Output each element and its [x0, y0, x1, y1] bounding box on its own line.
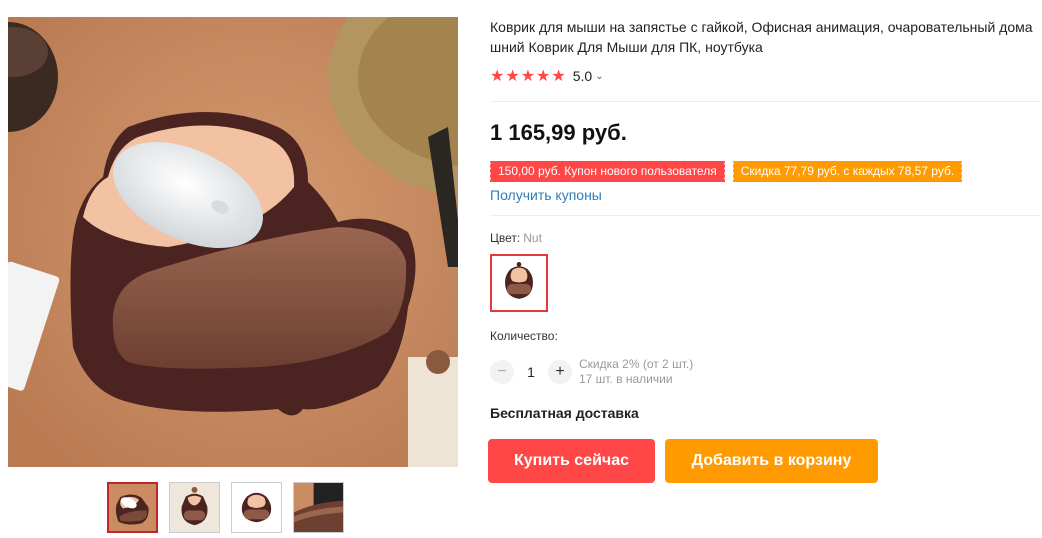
thumbnail-3[interactable] [231, 482, 282, 533]
thumbnail-2[interactable] [169, 482, 220, 533]
mouse-pad-photo [8, 17, 458, 467]
coupon-badges: 150,00 руб. Купон нового пользователя Ск… [489, 161, 963, 182]
store-discount-badge[interactable]: Скидка 77,79 руб. с каждых 78,57 руб. [731, 161, 963, 182]
new-user-coupon-badge[interactable]: 150,00 руб. Купон нового пользователя [489, 161, 725, 182]
color-swatch-nut[interactable] [490, 254, 548, 312]
decrease-quantity-button[interactable]: − [490, 360, 514, 384]
add-to-cart-button[interactable]: Добавить в корзину [665, 439, 878, 483]
quantity-label: Количество: [490, 329, 558, 343]
thumbnail-4[interactable] [293, 482, 344, 533]
chevron-down-icon[interactable]: ⌄ [595, 71, 603, 82]
color-label: Цвет: Nut [490, 231, 542, 245]
star-icon: ★ [551, 68, 567, 85]
get-coupons-link[interactable]: Получить купоны [490, 187, 602, 203]
divider [490, 215, 1040, 216]
star-icon: ★ [520, 68, 537, 85]
buy-now-button[interactable]: Купить сейчас [488, 439, 655, 483]
color-label-text: Цвет: [490, 231, 521, 245]
nut-swatch-image [505, 262, 533, 299]
mouse-pad-thumb-image [170, 483, 219, 532]
quantity-input[interactable]: 1 [514, 364, 548, 380]
thumbnail-1[interactable] [107, 482, 158, 533]
increase-quantity-button[interactable]: + [548, 360, 572, 384]
star-icon: ★ [490, 68, 506, 85]
quantity-info: Скидка 2% (от 2 шт.) 17 шт. в наличии [579, 357, 693, 387]
free-shipping-label: Бесплатная доставка [490, 405, 639, 421]
product-price: 1 165,99 руб. [490, 120, 627, 145]
mouse-pad-thumb-image [232, 483, 281, 532]
product-rating[interactable]: ★ ★ ★ ★ ★ 5.0 ⌄ [490, 66, 604, 86]
product-main-image[interactable] [8, 17, 458, 467]
rating-value: 5.0 [572, 68, 593, 84]
stock-count: 17 шт. в наличии [579, 372, 673, 386]
product-title: Коврик для мыши на запястье с гайкой, Оф… [490, 19, 1033, 55]
color-selected-value: Nut [523, 231, 542, 245]
bulk-discount-note: Скидка 2% (от 2 шт.) [579, 357, 694, 371]
mouse-pad-thumb-image [109, 484, 156, 531]
quantity-stepper: − 1 + Скидка 2% (от 2 шт.) 17 шт. в нали… [490, 357, 693, 387]
thumbnail-strip [107, 482, 344, 533]
divider [490, 101, 1040, 102]
mouse-pad-thumb-image [294, 483, 343, 532]
star-icon: ★ [536, 68, 552, 85]
star-icon: ★ [505, 68, 521, 85]
